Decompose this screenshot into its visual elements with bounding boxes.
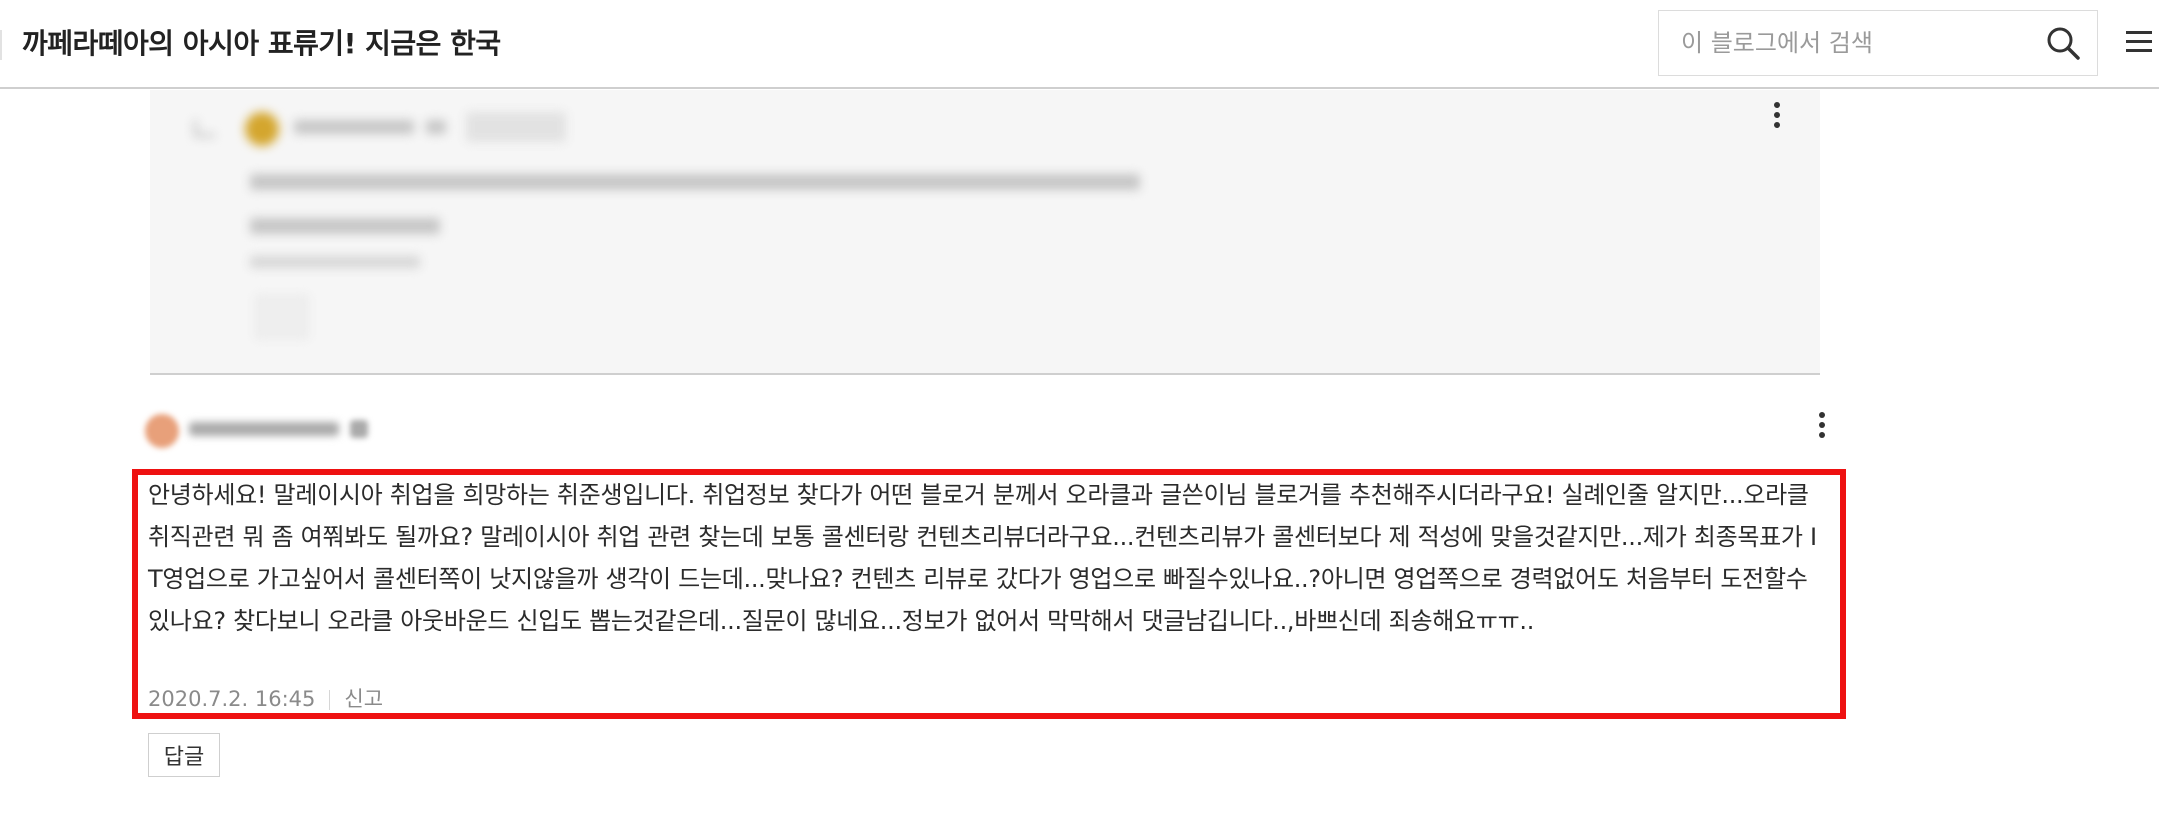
previous-reply-blurred [150,90,1820,375]
comment-text: 안녕하세요! 말레이시아 취업을 희망하는 취준생입니다. 취업정보 찾다가 어… [148,481,1817,635]
search-button[interactable] [2045,25,2081,61]
blog-header: 까페라떼아의 아시아 표류기! 지금은 한국 [0,0,2159,89]
header-divider [0,30,2,60]
more-vertical-icon [1819,412,1825,418]
comment-meta: 2020.7.2. 16:45 신고 [148,683,383,713]
more-vertical-icon [1774,122,1780,128]
reply-button[interactable]: 답글 [148,733,220,777]
menu-button[interactable] [2124,27,2154,57]
more-options-button[interactable] [1812,408,1832,444]
blurred-author [294,120,414,134]
report-link[interactable]: 신고 [344,687,383,711]
blurred-tag [466,112,566,142]
hamburger-menu-icon [2126,31,2152,52]
search-icon [2047,27,2080,60]
blurred-text-line [250,218,440,234]
more-vertical-icon [1819,432,1825,438]
blog-title[interactable]: 까페라떼아의 아시아 표류기! 지금은 한국 [22,22,501,62]
more-vertical-icon [1819,422,1825,428]
blurred-author-name [189,422,339,436]
comment-date: 2020.7.2. 16:45 [148,687,316,711]
meta-divider [329,690,331,710]
search-box [1658,10,2098,76]
more-vertical-icon [1774,112,1780,118]
blurred-text-line [250,174,1140,190]
more-options-button[interactable] [1767,98,1787,134]
more-vertical-icon [1774,102,1780,108]
reply-arrow-icon [194,120,215,137]
comment-author [145,408,405,448]
avatar [145,414,179,448]
search-input[interactable] [1659,11,2019,75]
blurred-badge [426,120,446,134]
blurred-badge [350,420,368,438]
blurred-date [250,256,420,268]
blurred-reply-button [256,296,308,338]
avatar [245,112,279,146]
blurred-content [150,90,1820,373]
